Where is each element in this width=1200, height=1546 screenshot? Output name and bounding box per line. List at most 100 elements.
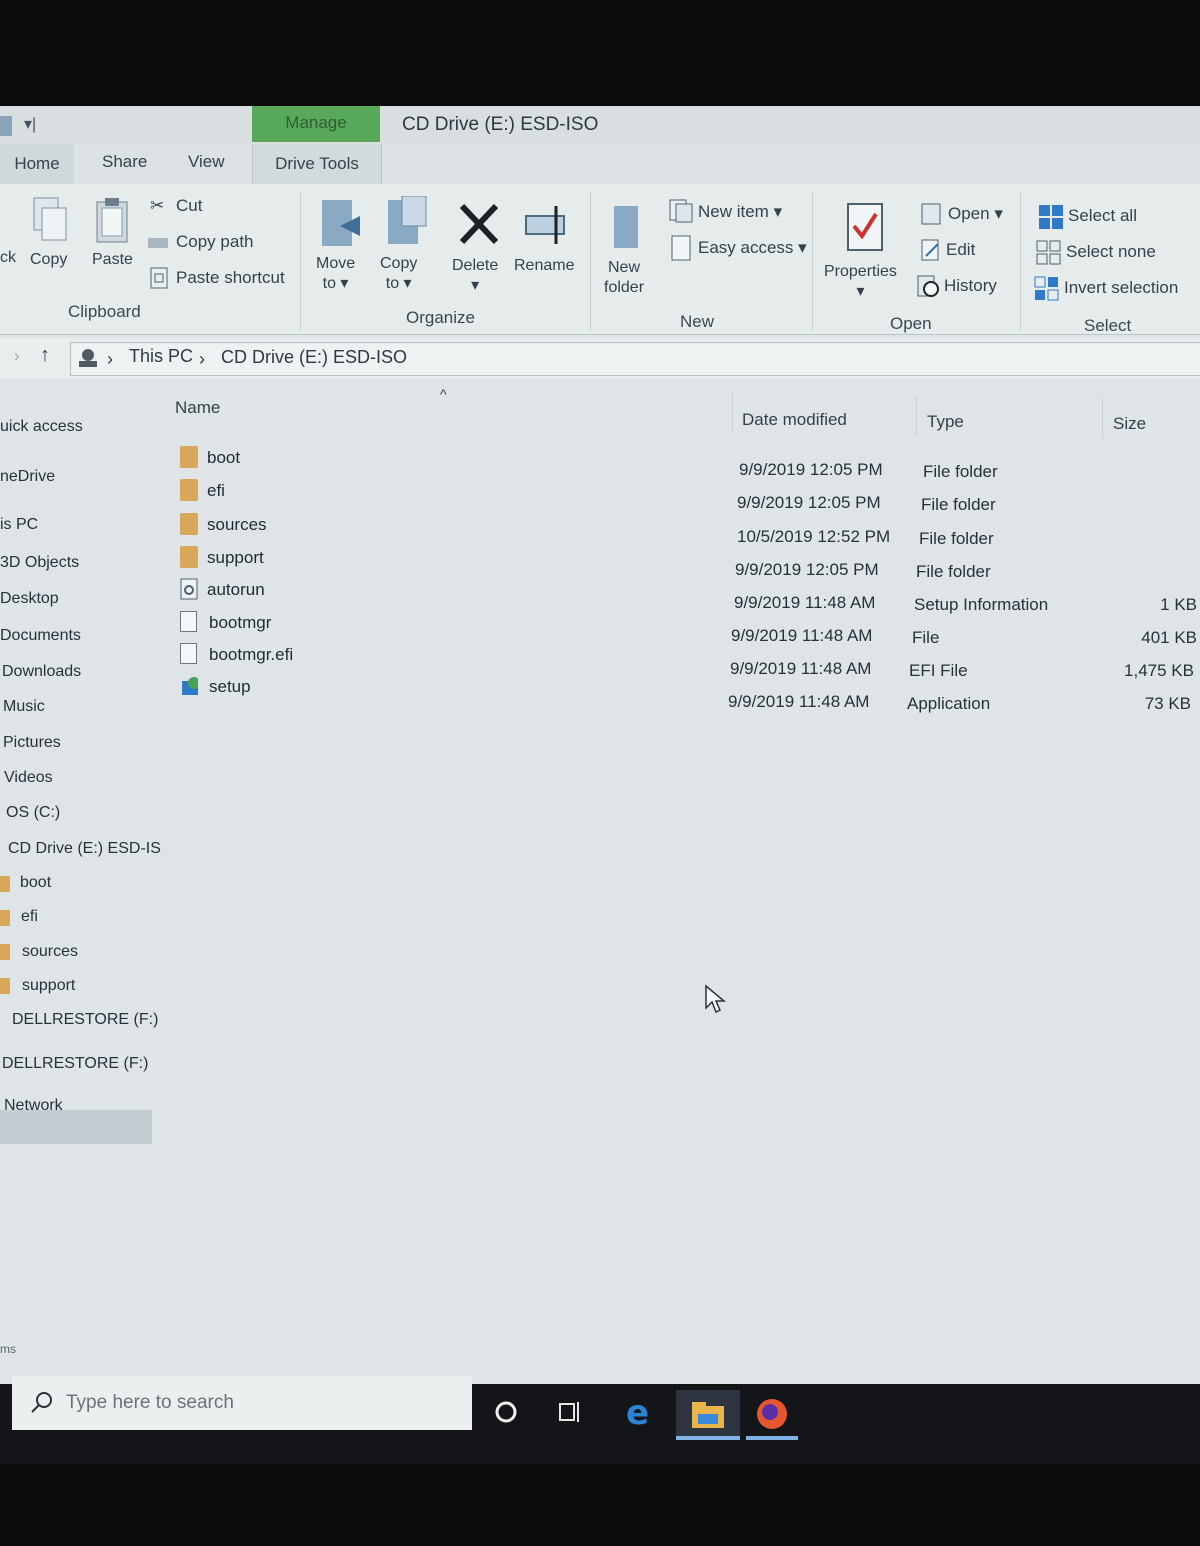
delete-button[interactable]: Delete ▾ — [452, 256, 498, 296]
file-row[interactable]: boot 9/9/2019 12:05 PM File folder — [160, 442, 1200, 481]
nav-item-videos[interactable]: Videos — [4, 769, 53, 787]
tab-manage[interactable]: Manage — [252, 106, 380, 142]
nav-item-music[interactable]: Music — [3, 698, 45, 716]
nav-item-quick-access[interactable]: uick access — [0, 418, 83, 436]
nav-item-documents[interactable]: Documents — [0, 627, 81, 645]
nav-item-pictures[interactable]: Pictures — [3, 734, 61, 752]
select-none-button[interactable]: Select none — [1066, 242, 1156, 262]
delete-label: Delete — [452, 257, 499, 274]
forward-icon[interactable]: › — [14, 346, 20, 366]
nav-item-os-c[interactable]: OS (C:) — [6, 804, 60, 822]
edit-button[interactable]: Edit — [946, 240, 975, 260]
task-view-icon — [559, 1402, 579, 1422]
column-header-date[interactable]: Date modified — [742, 410, 847, 430]
explorer-window: ▾| Manage CD Drive (E:) ESD-ISO Home Sha… — [0, 106, 1200, 1430]
file-row[interactable]: bootmgr.efi 9/9/2019 11:48 AM EFI File 1… — [160, 639, 1200, 680]
firefox-icon — [746, 1399, 798, 1440]
taskbar-search-box[interactable]: Type here to search — [12, 1376, 472, 1430]
nav-item-onedrive[interactable]: neDrive — [0, 468, 55, 486]
invert-selection-button[interactable]: Invert selection — [1064, 278, 1178, 298]
tab-view[interactable]: View — [188, 152, 225, 172]
column-divider[interactable] — [1102, 398, 1103, 438]
tab-share[interactable]: Share — [102, 152, 147, 172]
copy-button[interactable]: Copy — [30, 250, 67, 270]
new-folder-button[interactable]: New folder — [604, 258, 644, 298]
easy-access-button[interactable]: Easy access ▾ — [698, 238, 807, 258]
move-to-button[interactable]: Move to ▾ — [316, 254, 355, 294]
copy-path-button[interactable]: Copy path — [176, 232, 254, 252]
properties-icon — [847, 203, 883, 251]
file-row[interactable]: bootmgr 9/9/2019 11:48 AM File 401 KB — [160, 607, 1200, 647]
file-name: boot — [207, 448, 241, 467]
file-row[interactable]: autorun 9/9/2019 11:48 AM Setup Informat… — [160, 574, 1200, 614]
file-name: autorun — [207, 580, 265, 599]
copy-to-button[interactable]: Copy to ▾ — [380, 254, 417, 294]
breadcrumb-this-pc[interactable]: This PC — [129, 346, 193, 367]
column-header-size[interactable]: Size — [1113, 414, 1146, 434]
column-divider[interactable] — [732, 394, 733, 434]
nav-item-network[interactable]: Network — [4, 1097, 63, 1115]
nav-item-sources[interactable]: sources — [22, 943, 78, 961]
cut-button[interactable]: Cut — [176, 196, 202, 216]
address-bar[interactable]: › This PC › CD Drive (E:) ESD-ISO — [70, 342, 1200, 376]
file-icon — [180, 643, 197, 664]
nav-item-3d-objects[interactable]: 3D Objects — [0, 554, 79, 572]
tab-home[interactable]: Home — [0, 144, 74, 184]
nav-item-dellrestore-1[interactable]: DELLRESTORE (F:) — [12, 1011, 158, 1029]
file-name: support — [207, 548, 264, 567]
cortana-button[interactable] — [480, 1390, 532, 1434]
file-row[interactable]: support 9/9/2019 12:05 PM File folder — [160, 542, 1200, 581]
nav-item-cd-drive[interactable]: CD Drive (E:) ESD-IS — [8, 840, 161, 858]
quick-access-toolbar-icon[interactable] — [0, 116, 12, 136]
copy-icon — [33, 197, 67, 241]
paste-shortcut-button[interactable]: Paste shortcut — [176, 268, 285, 288]
nav-item-this-pc[interactable]: is PC — [0, 516, 38, 534]
file-name: bootmgr — [209, 613, 272, 632]
task-view-button[interactable] — [544, 1390, 596, 1434]
move-to-label-1: Move — [316, 255, 356, 272]
paste-shortcut-icon — [150, 267, 168, 289]
file-row[interactable]: sources 10/5/2019 12:52 PM File folder — [160, 509, 1200, 548]
new-folder-icon — [614, 206, 638, 248]
ribbon-separator — [812, 192, 813, 330]
this-pc-icon — [79, 349, 97, 367]
new-item-button[interactable]: New item ▾ — [698, 202, 782, 222]
breadcrumb-chevron-icon: › — [107, 349, 113, 369]
file-row[interactable]: setup 9/9/2019 11:48 AM Application 73 K… — [160, 671, 1200, 713]
nav-item-desktop[interactable]: Desktop — [0, 590, 59, 608]
select-all-button[interactable]: Select all — [1068, 206, 1137, 226]
firefox-button[interactable] — [746, 1390, 798, 1440]
nav-item-boot[interactable]: boot — [20, 874, 51, 892]
rename-button[interactable]: Rename — [514, 256, 574, 276]
edge-button[interactable]: e — [614, 1390, 666, 1434]
pin-to-quick-access-label[interactable]: ck — [0, 248, 16, 268]
copy-path-icon — [148, 238, 168, 248]
ribbon-tabs: Home Share View Drive Tools — [0, 144, 1200, 184]
nav-item-downloads[interactable]: Downloads — [2, 663, 81, 681]
file-name: bootmgr.efi — [209, 645, 294, 664]
history-button[interactable]: History — [944, 276, 997, 296]
nav-item-efi[interactable]: efi — [21, 908, 38, 926]
breadcrumb-cd-drive[interactable]: CD Drive (E:) ESD-ISO — [221, 347, 407, 368]
nav-item-dellrestore-2[interactable]: DELLRESTORE (F:) — [2, 1055, 148, 1073]
file-explorer-button[interactable] — [676, 1390, 740, 1440]
breadcrumb-chevron-icon: › — [199, 349, 205, 369]
column-header-type[interactable]: Type — [927, 412, 964, 432]
folder-icon — [180, 479, 198, 501]
properties-button[interactable]: Properties ▾ — [824, 262, 897, 302]
column-divider[interactable] — [916, 396, 917, 436]
nav-item-support[interactable]: support — [22, 977, 75, 995]
customize-quick-access-icon[interactable]: ▾| — [24, 114, 36, 134]
group-label-clipboard: Clipboard — [68, 302, 141, 321]
column-header-name[interactable]: Name — [175, 398, 220, 418]
folder-icon — [0, 944, 10, 960]
open-label: Open — [948, 204, 990, 223]
file-row[interactable]: efi 9/9/2019 12:05 PM File folder — [160, 475, 1200, 514]
open-button[interactable]: Open ▾ — [948, 204, 1003, 224]
tab-drive-tools[interactable]: Drive Tools — [252, 144, 382, 184]
edge-icon: e — [626, 1393, 649, 1433]
up-arrow-icon[interactable]: ↑ — [40, 344, 50, 367]
paste-button[interactable]: Paste — [92, 250, 133, 270]
setup-info-icon — [180, 578, 198, 600]
file-icon — [180, 611, 197, 632]
